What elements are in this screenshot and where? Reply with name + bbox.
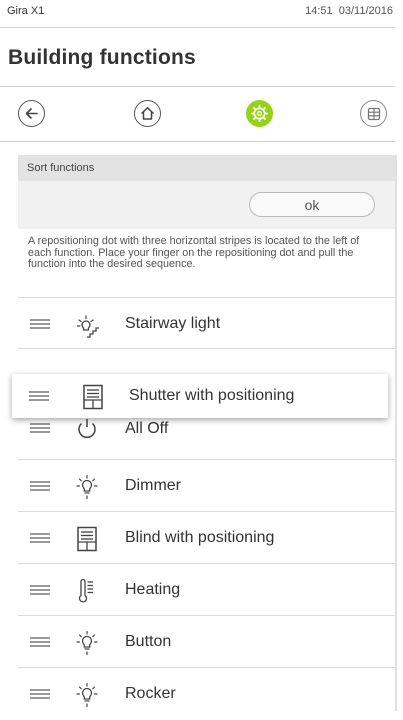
- drag-handle-icon[interactable]: [30, 319, 50, 329]
- settings-button[interactable]: [246, 100, 273, 127]
- grid-button[interactable]: [360, 100, 387, 127]
- drag-handle-icon[interactable]: [30, 689, 50, 699]
- gear-icon: [251, 105, 268, 122]
- grid-icon: [367, 107, 380, 120]
- function-label: Heating: [125, 581, 181, 598]
- divider: [0, 141, 395, 142]
- ok-button[interactable]: ok: [249, 192, 375, 217]
- function-label: Button: [125, 633, 172, 650]
- function-label: Stairway light: [125, 315, 221, 332]
- divider: [0, 27, 395, 28]
- ok-area: ok: [18, 181, 395, 229]
- bulb-icon: [76, 630, 98, 656]
- stairway-light-icon: [76, 315, 99, 338]
- function-label: Dimmer: [125, 477, 181, 494]
- device-name: Gira X1: [7, 5, 45, 17]
- sort-description: A repositioning dot with three horizonta…: [28, 235, 360, 270]
- status-bar: Gira X1 14:51 03/11/2016: [0, 0, 403, 22]
- home-icon: [140, 107, 155, 120]
- function-label: All Off: [125, 420, 169, 437]
- time: 14:51: [305, 5, 333, 17]
- list-item[interactable]: Dimmer: [18, 460, 395, 512]
- function-label: Rocker: [125, 685, 176, 702]
- drag-handle-icon[interactable]: [30, 481, 50, 491]
- list-item-dragging[interactable]: Shutter with positioning: [12, 374, 388, 418]
- list-item[interactable]: Blind with positioning: [18, 512, 395, 564]
- list-item[interactable]: Button: [18, 616, 395, 668]
- drag-handle-icon[interactable]: [30, 585, 50, 595]
- drag-handle-icon[interactable]: [29, 391, 49, 401]
- function-label: Blind with positioning: [125, 529, 275, 546]
- scrollbar[interactable]: [395, 155, 397, 711]
- page-title: Building functions: [8, 46, 196, 69]
- bulb-icon: [76, 474, 98, 500]
- list-item[interactable]: Heating: [18, 564, 395, 616]
- arrow-left-icon: [25, 108, 38, 119]
- date: 03/11/2016: [338, 5, 393, 17]
- section-title: Sort functions: [27, 162, 95, 174]
- sort-functions-header: Sort functions: [18, 155, 395, 181]
- function-label: Shutter with positioning: [129, 387, 295, 404]
- back-button[interactable]: [18, 100, 45, 127]
- list-item[interactable]: Rocker: [18, 668, 395, 720]
- drag-handle-icon[interactable]: [30, 533, 50, 543]
- thermometer-icon: [78, 578, 93, 603]
- power-icon: [78, 419, 96, 438]
- bulb-icon: [76, 682, 98, 708]
- shutter-icon: [83, 384, 103, 410]
- list-item[interactable]: Stairway light: [18, 297, 395, 349]
- clock: 14:51 03/11/2016: [305, 5, 393, 17]
- blind-icon: [77, 526, 97, 552]
- drag-handle-icon[interactable]: [30, 423, 50, 433]
- divider: [0, 86, 395, 87]
- home-button[interactable]: [134, 100, 161, 127]
- drag-handle-icon[interactable]: [30, 637, 50, 647]
